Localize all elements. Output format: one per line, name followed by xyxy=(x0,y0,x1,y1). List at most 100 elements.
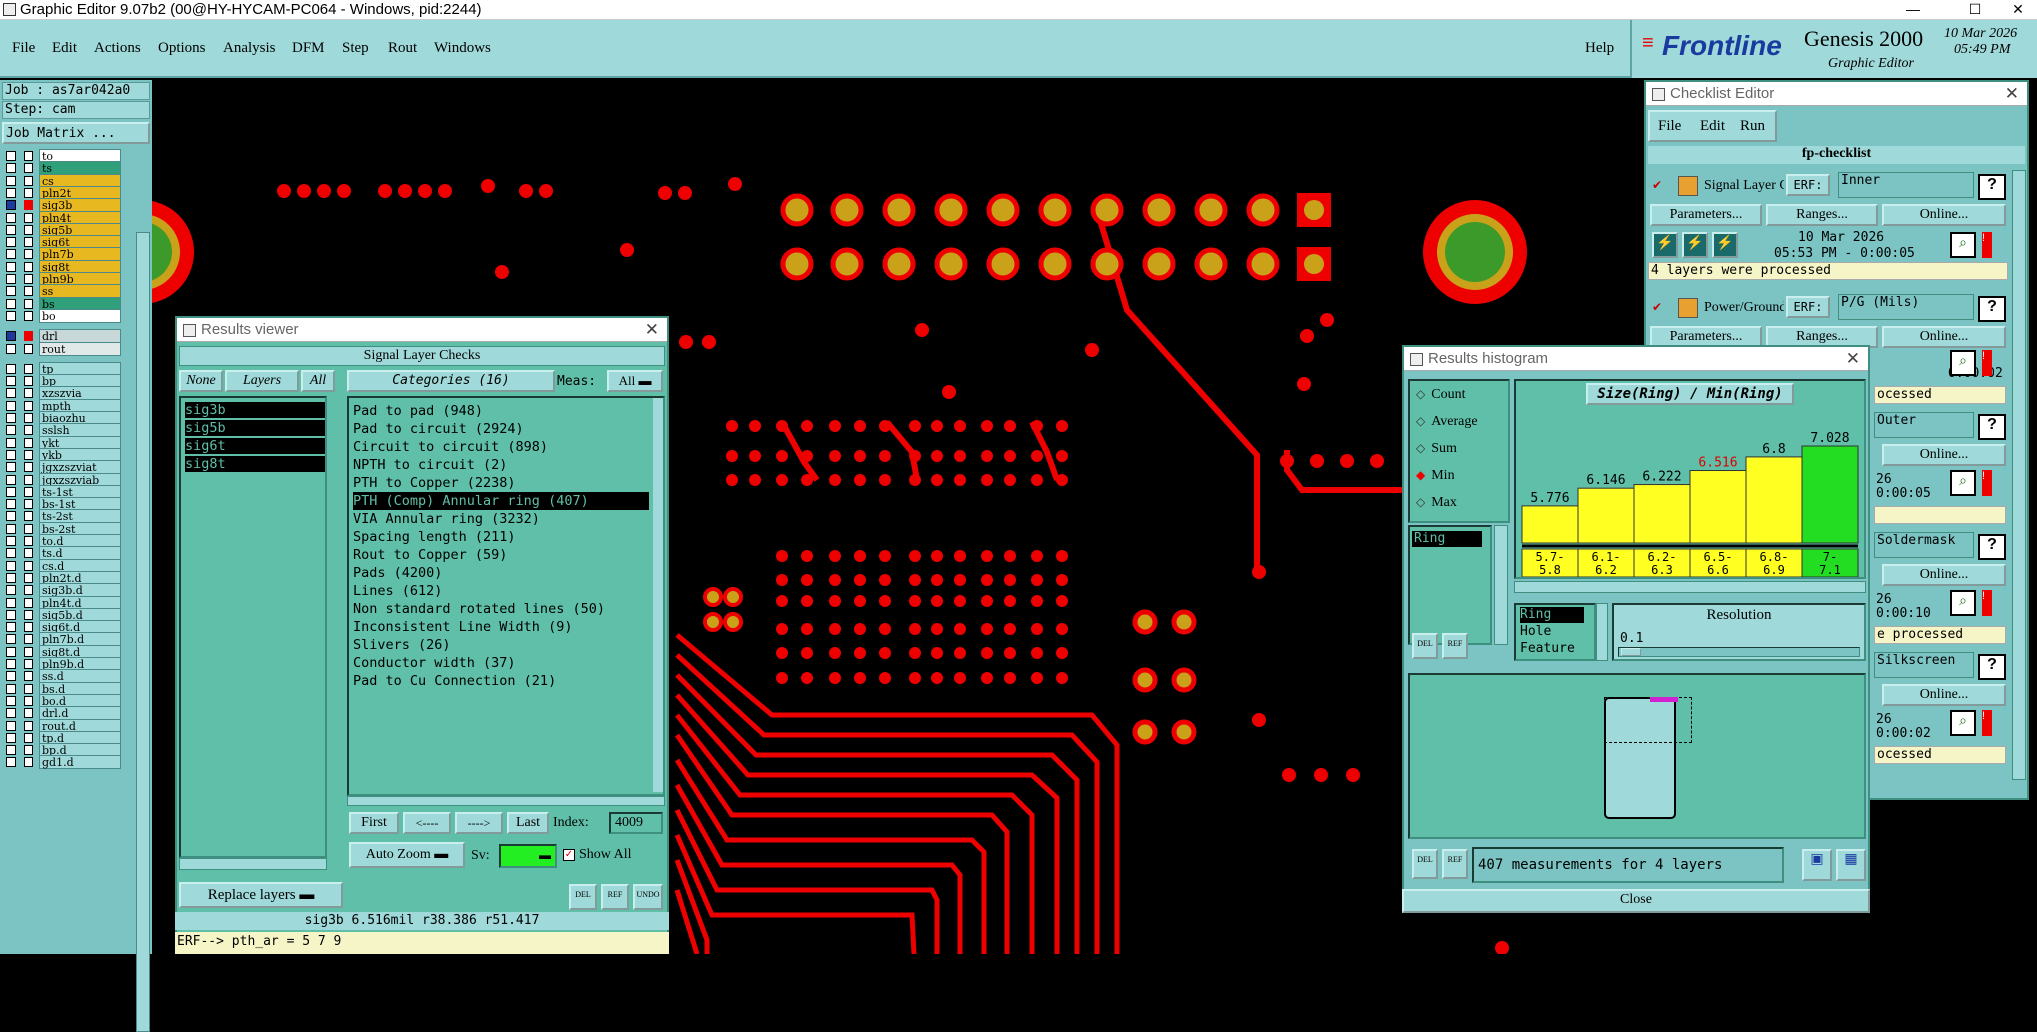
layer-affected-toggle[interactable] xyxy=(24,261,33,272)
radio-icon[interactable]: ◇ xyxy=(1416,387,1425,401)
category-item[interactable]: VIA Annular ring (3232) xyxy=(353,510,540,528)
category-item[interactable]: Slivers (26) xyxy=(353,636,451,654)
checklist-menu-edit[interactable]: Edit xyxy=(1700,118,1725,135)
category-item[interactable]: Non standard rotated lines (50) xyxy=(353,600,605,618)
layer-checkbox[interactable] xyxy=(6,212,16,223)
layer-checkbox[interactable] xyxy=(6,499,16,510)
category-item[interactable]: Inconsistent Line Width (9) xyxy=(353,618,572,636)
online-button[interactable]: Online... xyxy=(1882,564,2006,586)
layer-checkbox[interactable] xyxy=(6,597,16,608)
layer-checkbox[interactable] xyxy=(6,585,16,596)
layer-affected-toggle[interactable] xyxy=(24,274,33,284)
layer-checkbox[interactable] xyxy=(6,560,16,571)
help-icon[interactable]: ? xyxy=(1978,414,2006,440)
layer-checkbox[interactable] xyxy=(6,413,16,423)
menu-help[interactable]: Help xyxy=(1585,40,1614,57)
layer-row-bo[interactable]: bo xyxy=(2,308,150,323)
option-max[interactable]: ◇ Max xyxy=(1416,493,1457,511)
layer-affected-toggle[interactable] xyxy=(24,413,33,423)
preview-ref-icon[interactable]: REF xyxy=(1442,849,1468,879)
layer-checkbox[interactable] xyxy=(6,187,16,198)
export-icon[interactable]: ▣ xyxy=(1802,849,1832,881)
zoom-icon[interactable]: ⌕ xyxy=(1950,232,1976,258)
minimize-icon[interactable]: — xyxy=(1890,0,1936,20)
layer-affected-toggle[interactable] xyxy=(24,622,33,633)
layer-checkbox[interactable] xyxy=(6,511,16,522)
histogram-close-button[interactable]: Close xyxy=(1402,889,1870,913)
index-input[interactable]: 4009 xyxy=(609,812,663,834)
layer-affected-toggle[interactable] xyxy=(24,331,33,342)
layer-affected-toggle[interactable] xyxy=(24,523,33,534)
results-layer-item[interactable]: sig5b xyxy=(185,420,325,436)
layer-checkbox[interactable] xyxy=(6,331,16,342)
layer-checkbox[interactable] xyxy=(6,622,16,633)
layer-affected-toggle[interactable] xyxy=(24,187,33,198)
layer-affected-toggle[interactable] xyxy=(24,536,33,546)
option-count[interactable]: ◇ Count xyxy=(1416,385,1465,403)
type-item-ring[interactable]: Ring xyxy=(1520,607,1584,623)
menu-windows[interactable]: Windows xyxy=(434,40,491,57)
erf-button[interactable]: ERF: xyxy=(1786,296,1830,318)
close-icon[interactable]: ✕ xyxy=(645,318,659,342)
layer-affected-toggle[interactable] xyxy=(24,449,33,460)
show-all-checkbox[interactable]: ✓ xyxy=(563,849,575,861)
category-item[interactable]: Spacing length (211) xyxy=(353,528,516,546)
ranges-button[interactable]: Ranges... xyxy=(1766,204,1878,226)
layer-checkbox[interactable] xyxy=(6,400,16,411)
layer-affected-toggle[interactable] xyxy=(24,499,33,510)
none-button[interactable]: None xyxy=(179,370,223,392)
type-item-hole[interactable]: Hole xyxy=(1520,624,1551,640)
category-item[interactable]: Pad to circuit (2924) xyxy=(353,420,524,438)
category-item[interactable]: Rout to Copper (59) xyxy=(353,546,507,564)
checklist-run-icon[interactable]: ⚡ xyxy=(1652,232,1678,258)
online-button[interactable]: Online... xyxy=(1882,444,2006,466)
option-average[interactable]: ◇ Average xyxy=(1416,412,1478,430)
sv-color-select[interactable]: ▬ xyxy=(499,844,557,868)
layer-checkbox[interactable] xyxy=(6,609,16,620)
histogram-bar[interactable] xyxy=(1801,445,1859,544)
layer-checkbox[interactable] xyxy=(6,237,16,248)
checklist-stop-icon[interactable]: ⚡ xyxy=(1712,232,1738,258)
layer-affected-toggle[interactable] xyxy=(24,343,33,354)
preview-del-icon[interactable]: DEL xyxy=(1412,849,1438,879)
layer-affected-toggle[interactable] xyxy=(24,151,33,161)
last-button[interactable]: Last xyxy=(507,812,549,834)
category-item[interactable]: Conductor width (37) xyxy=(353,654,516,672)
layer-checkbox[interactable] xyxy=(6,286,16,297)
enable-check-icon[interactable]: ✔ xyxy=(1652,178,1662,192)
layer-checkbox[interactable] xyxy=(6,425,16,436)
layer-affected-toggle[interactable] xyxy=(24,175,33,186)
category-item[interactable]: Circuit to circuit (898) xyxy=(353,438,548,456)
layer-checkbox[interactable] xyxy=(6,745,16,756)
layer-checkbox[interactable] xyxy=(6,646,16,657)
layer-affected-toggle[interactable] xyxy=(24,548,33,559)
layer-checkbox[interactable] xyxy=(6,462,16,473)
next-button[interactable]: ----> xyxy=(455,812,503,834)
categories-hscroll[interactable] xyxy=(347,796,665,806)
layer-checkbox[interactable] xyxy=(6,449,16,460)
layer-checkbox[interactable] xyxy=(6,175,16,186)
layer-affected-toggle[interactable] xyxy=(24,511,33,522)
menu-file[interactable]: File xyxy=(12,40,35,57)
layer-checkbox[interactable] xyxy=(6,474,16,485)
help-icon[interactable]: ? xyxy=(1978,174,2006,200)
layer-affected-toggle[interactable] xyxy=(24,388,33,399)
categories-scrollbar[interactable] xyxy=(653,398,663,792)
help-icon[interactable]: ? xyxy=(1978,654,2006,680)
layer-affected-toggle[interactable] xyxy=(24,462,33,473)
layers-button[interactable]: Layers xyxy=(225,370,299,392)
maximize-icon[interactable]: ☐ xyxy=(1952,0,1998,20)
layer-affected-toggle[interactable] xyxy=(24,560,33,571)
checklist-scrollbar[interactable] xyxy=(2012,170,2026,780)
close-icon[interactable]: ✕ xyxy=(1995,0,2037,20)
layer-affected-toggle[interactable] xyxy=(24,683,33,694)
menu-options[interactable]: Options xyxy=(158,40,206,57)
layer-affected-toggle[interactable] xyxy=(24,732,33,743)
layer-affected-toggle[interactable] xyxy=(24,249,33,260)
layer-checkbox[interactable] xyxy=(6,523,16,534)
radio-icon[interactable]: ◇ xyxy=(1416,414,1425,428)
radio-icon[interactable]: ◆ xyxy=(1416,468,1425,482)
layer-checkbox[interactable] xyxy=(6,548,16,559)
histogram-bar[interactable] xyxy=(1577,487,1635,544)
layer-checkbox[interactable] xyxy=(6,163,16,174)
